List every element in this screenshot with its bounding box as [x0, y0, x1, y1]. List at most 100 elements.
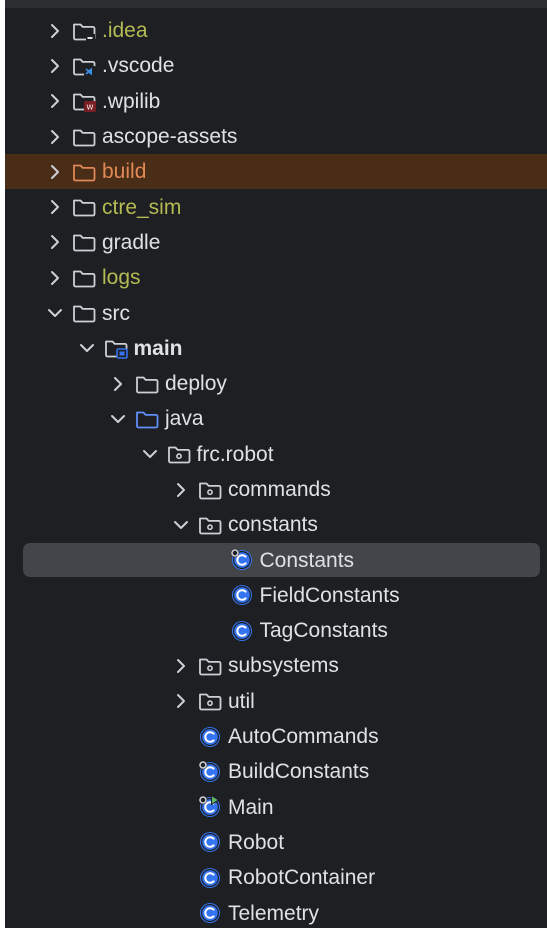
tree-row-build[interactable]: build — [5, 154, 547, 190]
tree-row-buildconstants[interactable]: BuildConstants — [5, 754, 547, 789]
tree-row-gradle[interactable]: gradle — [5, 225, 547, 260]
tree-item-label: java — [165, 407, 204, 431]
tree-row-constants[interactable]: constants — [5, 507, 547, 542]
chevron-right-icon[interactable] — [45, 268, 65, 288]
folder-icon — [71, 55, 97, 77]
class-icon — [197, 902, 223, 924]
tree-item-label: Robot — [228, 830, 285, 854]
class-icon — [229, 620, 255, 642]
chevron-down-icon[interactable] — [45, 303, 65, 323]
tree-row-fieldconstants[interactable]: FieldConstants — [5, 578, 547, 613]
tree-item-label: RobotContainer — [228, 866, 376, 890]
source-folder-icon — [134, 408, 160, 430]
class-icon — [197, 794, 223, 818]
chevron-right-icon[interactable] — [171, 656, 191, 676]
tree-row-commands[interactable]: commands — [5, 472, 547, 507]
tree-row-frc-robot[interactable]: frc.robot — [5, 437, 547, 472]
tree-row-idea[interactable]: .idea — [5, 13, 547, 48]
tree-row-subsystems[interactable]: subsystems — [5, 648, 547, 683]
tree-row-telemetry[interactable]: Telemetry — [5, 895, 547, 928]
chevron-down-icon[interactable] — [108, 409, 128, 429]
chevron-right-icon[interactable] — [45, 232, 65, 252]
tree-row-ctre-sim[interactable]: ctre_sim — [5, 189, 547, 224]
tree-item-label: build — [102, 160, 147, 184]
folder-icon — [71, 126, 97, 148]
folder-icon: W — [71, 90, 97, 113]
tree-row-java[interactable]: java — [5, 401, 547, 436]
package-icon — [197, 655, 223, 677]
class-icon — [197, 726, 223, 748]
tree-item-label: Telemetry — [228, 901, 320, 925]
tree-item-label: logs — [102, 266, 141, 290]
chevron-right-icon[interactable] — [108, 374, 128, 394]
tree-item-label: BuildConstants — [228, 760, 370, 784]
tree-item-label: commands — [228, 478, 331, 501]
tool-window-header — [5, 0, 547, 8]
tree-item-label: .vscode — [102, 54, 175, 78]
tree-row-src[interactable]: src — [5, 295, 547, 330]
tree-row-autocommands[interactable]: AutoCommands — [5, 719, 547, 754]
tree-item-label: gradle — [102, 230, 161, 254]
chevron-right-icon[interactable] — [171, 691, 191, 711]
svg-text:W: W — [87, 104, 94, 112]
class-icon — [197, 867, 223, 889]
folder-icon — [71, 20, 97, 42]
project-tree[interactable]: .idea .vscode W .wpilib ascope-assets bui… — [5, 13, 547, 928]
tree-row-deploy[interactable]: deploy — [5, 366, 547, 401]
package-icon — [197, 514, 223, 536]
tree-row-logs[interactable]: logs — [5, 260, 547, 295]
tree-item-label: main — [133, 336, 183, 360]
tree-row-main[interactable]: Main — [5, 790, 547, 825]
chevron-down-icon[interactable] — [140, 444, 160, 464]
tree-item-label: .idea — [102, 19, 148, 43]
tree-item-label: constants — [228, 513, 318, 537]
folder-icon — [71, 231, 97, 253]
chevron-down-icon[interactable] — [171, 515, 191, 535]
chevron-right-icon[interactable] — [45, 91, 65, 111]
tree-item-label: src — [102, 301, 130, 325]
class-icon — [197, 760, 223, 783]
project-tool-window: .idea .vscode W .wpilib ascope-assets bui… — [5, 0, 547, 928]
tree-item-label: .wpilib — [102, 89, 161, 113]
tree-row-tagconstants[interactable]: TagConstants — [5, 613, 547, 648]
tree-item-label: frc.robot — [196, 442, 274, 466]
chevron-right-icon[interactable] — [45, 21, 65, 41]
tree-row-constants[interactable]: Constants — [5, 542, 547, 578]
class-icon — [229, 584, 255, 606]
tree-row-vscode[interactable]: .vscode — [5, 48, 547, 83]
folder-icon — [71, 267, 97, 289]
chevron-right-icon[interactable] — [45, 56, 65, 76]
package-icon — [166, 443, 192, 465]
tree-item-label: TagConstants — [259, 619, 388, 643]
folder-icon — [71, 302, 97, 324]
tree-row-robotcontainer[interactable]: RobotContainer — [5, 860, 547, 895]
class-icon — [197, 831, 223, 853]
chevron-down-icon[interactable] — [77, 338, 97, 358]
chevron-right-icon[interactable] — [45, 197, 65, 217]
tree-item-label: ctre_sim — [102, 195, 182, 219]
tree-item-label: AutoCommands — [228, 725, 379, 749]
chevron-right-icon[interactable] — [45, 162, 65, 182]
tree-row-robot[interactable]: Robot — [5, 825, 547, 860]
tree-row-main[interactable]: main — [5, 331, 547, 366]
tree-item-label: Main — [228, 795, 274, 819]
package-icon — [197, 690, 223, 712]
tree-row-wpilib[interactable]: W .wpilib — [5, 84, 547, 119]
folder-icon — [103, 337, 129, 360]
package-icon — [197, 479, 223, 501]
tree-row-util[interactable]: util — [5, 684, 547, 719]
tree-row-ascope-assets[interactable]: ascope-assets — [5, 119, 547, 154]
folder-icon — [134, 373, 160, 395]
chevron-right-icon[interactable] — [45, 127, 65, 147]
tree-item-label: FieldConstants — [259, 583, 400, 607]
chevron-right-icon[interactable] — [171, 480, 191, 500]
